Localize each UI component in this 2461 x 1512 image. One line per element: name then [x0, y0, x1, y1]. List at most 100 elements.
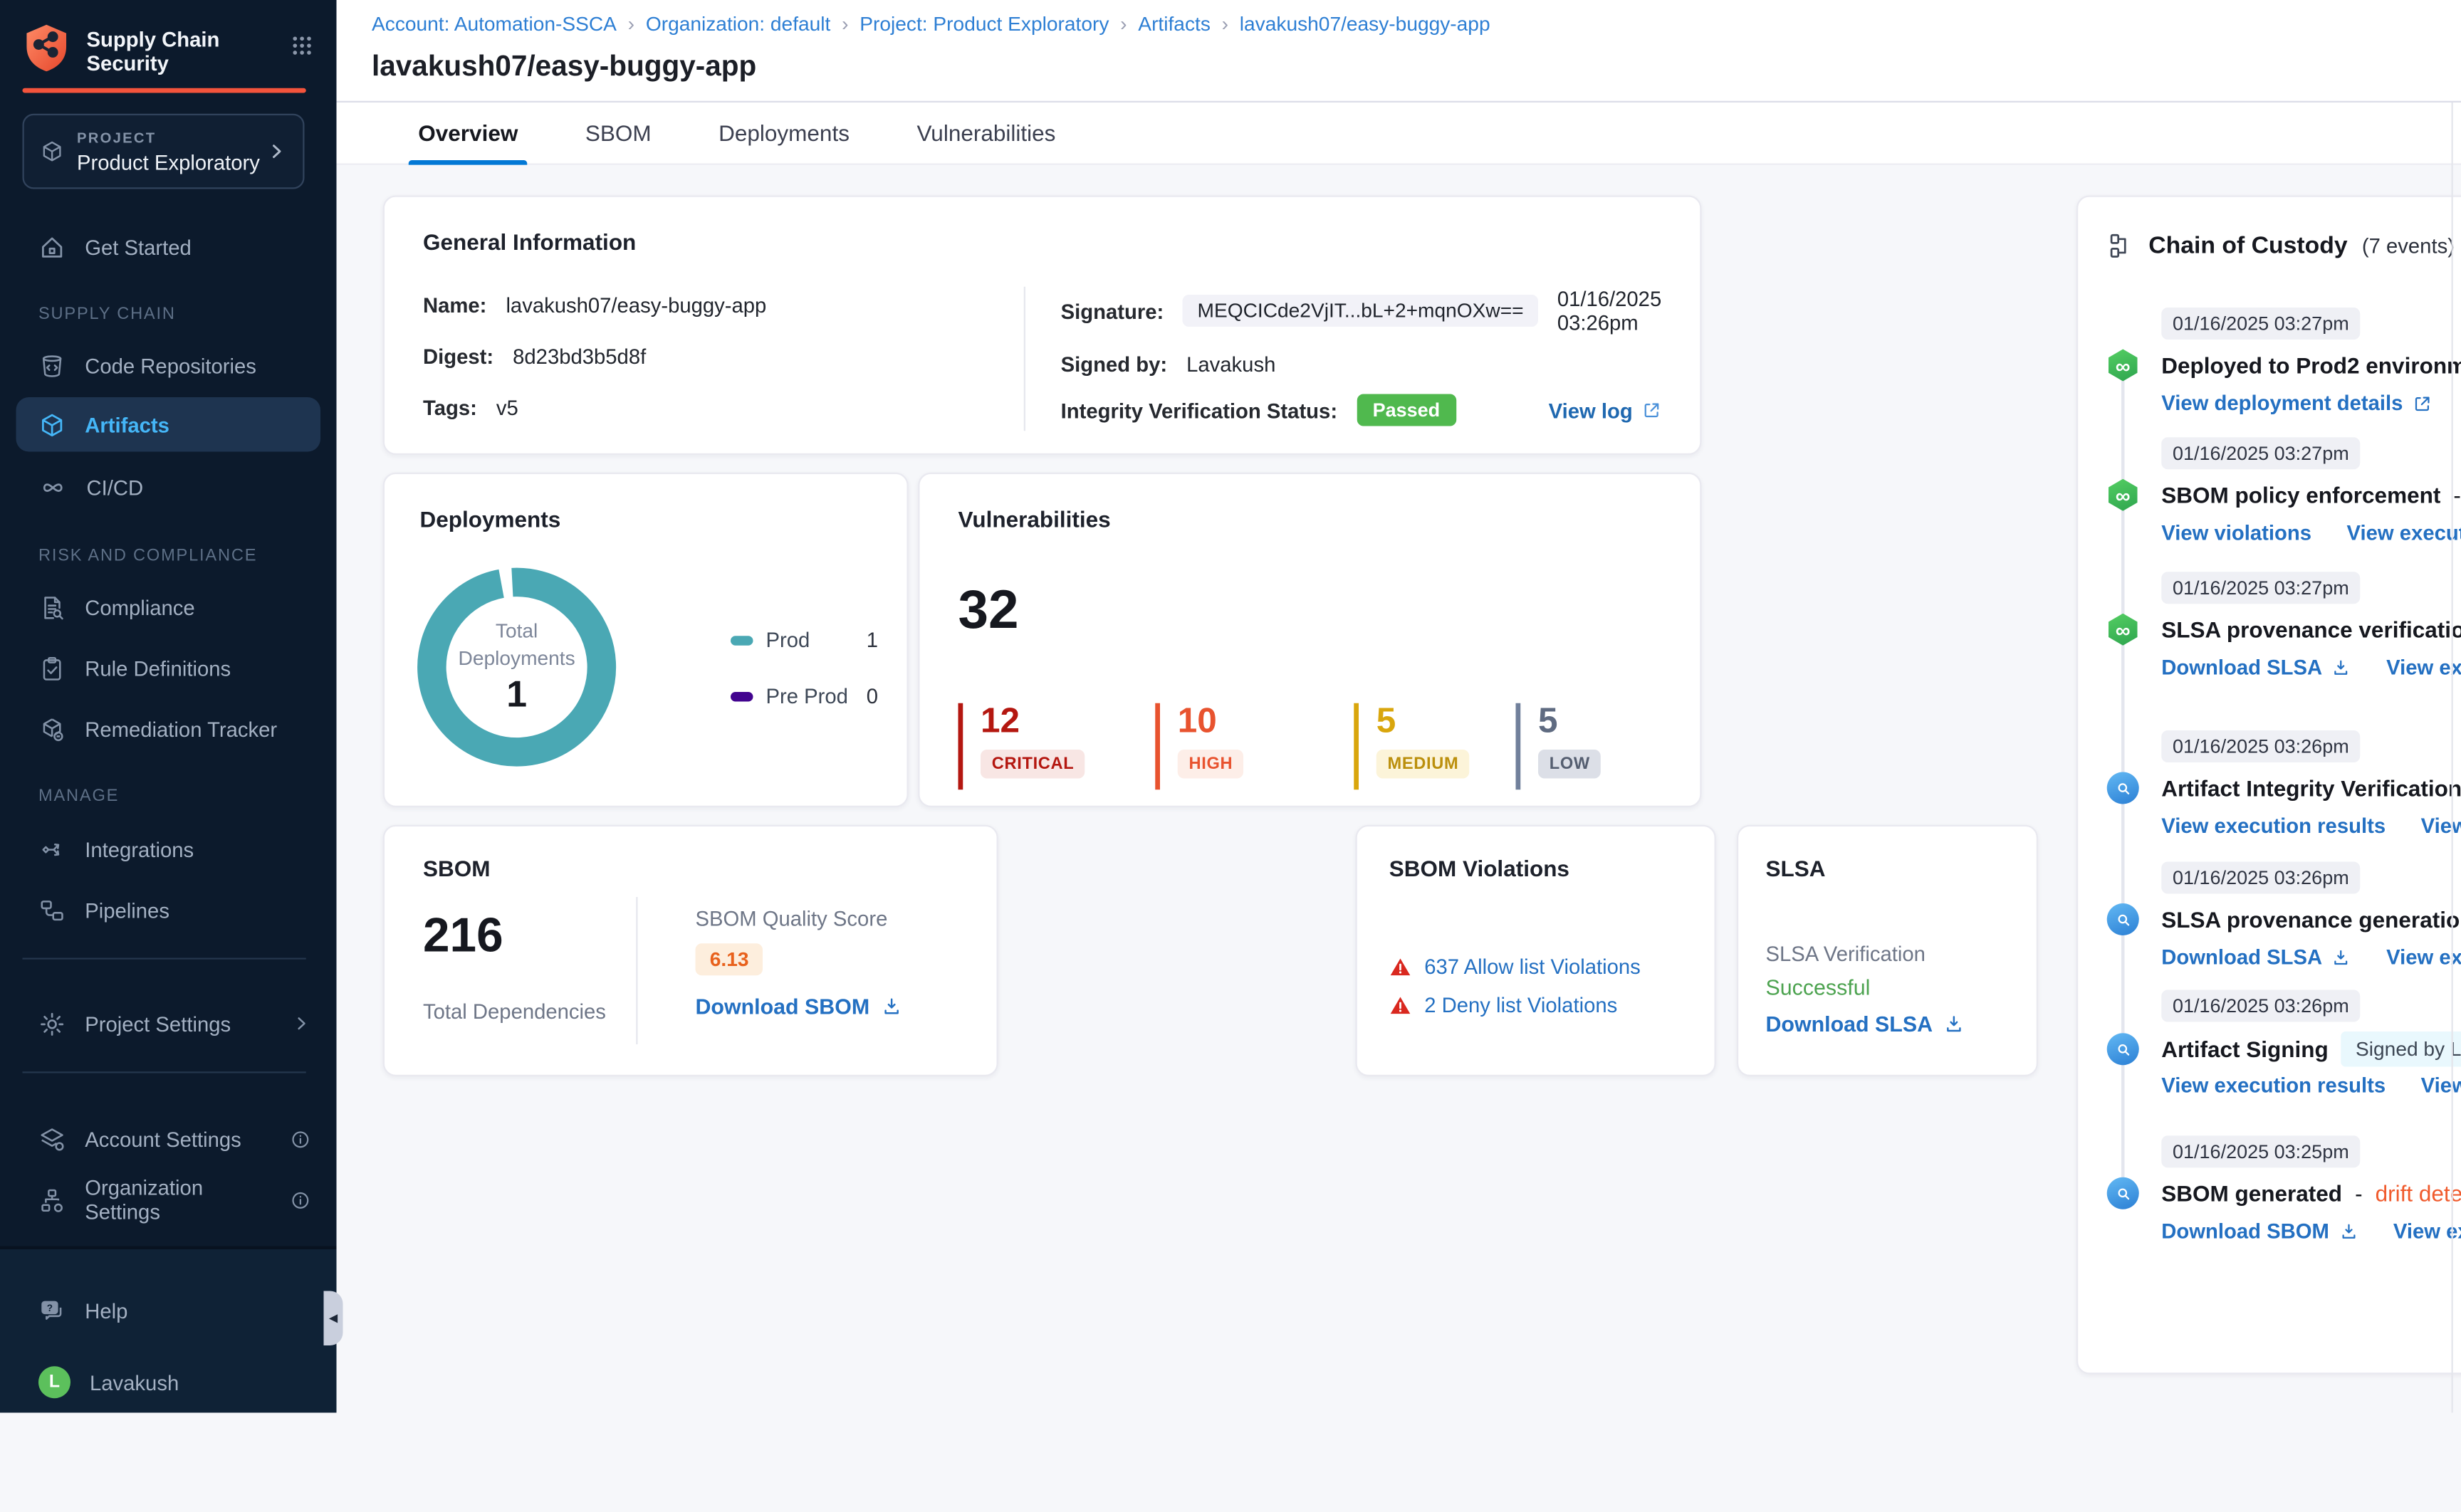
- view-execution-results-link[interactable]: View execution results: [2386, 655, 2461, 679]
- event-timestamp: 01/16/2025 03:25pm: [2161, 1135, 2360, 1167]
- total-dependencies-label: Total Dependencies: [423, 999, 606, 1024]
- sidebar-item-rule-definitions[interactable]: Rule Definitions: [0, 647, 337, 689]
- sbom-card: SBOM 216 Total Dependencies SBOM Quality…: [383, 825, 998, 1076]
- view-deployment-details-link[interactable]: View deployment details: [2161, 391, 2432, 415]
- timeline-event: 01/16/2025 03:27pm ∞ SBOM policy enforce…: [2107, 437, 2461, 469]
- tab-sbom[interactable]: SBOM: [585, 102, 652, 164]
- view-log-link[interactable]: View log: [1549, 398, 1662, 422]
- sidebar-collapse-button[interactable]: ◀: [324, 1291, 343, 1346]
- sbom-violations-card: SBOM Violations 637 Allow list Violation…: [1356, 825, 1716, 1076]
- severity-high: 10 HIGH: [1155, 703, 1244, 790]
- sidebar-item-code-repositories[interactable]: Code Repositories: [0, 345, 337, 387]
- legend-item-pre-prod: Pre Prod 0: [731, 684, 878, 708]
- download-slsa-link[interactable]: Download SLSA: [2161, 945, 2351, 970]
- info-icon[interactable]: [290, 1190, 310, 1210]
- sidebar-item-pipelines[interactable]: Pipelines: [0, 889, 337, 931]
- view-log-entry-link[interactable]: View log entry: [2421, 814, 2461, 838]
- sidebar-section-manage: MANAGE: [38, 787, 119, 806]
- user-menu[interactable]: L Lavakush: [0, 1362, 337, 1404]
- slsa-verification-label: SLSA Verification: [1766, 942, 1926, 966]
- app-title: Supply ChainSecurity: [87, 23, 274, 77]
- breadcrumb-artifacts[interactable]: Artifacts: [1138, 13, 1211, 36]
- allow-list-violations-link[interactable]: 637 Allow list Violations: [1424, 955, 1641, 979]
- module-grid-icon[interactable]: [290, 33, 314, 58]
- card-title: SBOM Violations: [1389, 856, 1683, 881]
- sidebar-item-remediation-tracker[interactable]: Remediation Tracker: [0, 708, 337, 750]
- pre-prod-swatch: [731, 691, 753, 701]
- tab-deployments[interactable]: Deployments: [719, 102, 850, 164]
- sidebar-section-risk: RISK AND COMPLIANCE: [38, 546, 257, 565]
- divider: [636, 897, 637, 1044]
- info-icon[interactable]: [290, 1128, 310, 1149]
- download-sbom-link[interactable]: Download SBOM: [2161, 1219, 2358, 1243]
- deployment-icon: ∞: [2107, 614, 2139, 646]
- sidebar-divider: [23, 1071, 306, 1073]
- sidebar-item-artifacts[interactable]: Artifacts: [16, 397, 321, 452]
- tags-value: v5: [496, 396, 518, 420]
- general-information-card: General Information Name: lavakush07/eas…: [383, 196, 1702, 456]
- deployment-icon: ∞: [2107, 479, 2139, 511]
- sbom-quality-score-label: SBOM Quality Score: [696, 907, 902, 931]
- timeline-event: 01/16/2025 03:25pm SBOM generated - drif…: [2107, 1135, 2461, 1167]
- event-timestamp: 01/16/2025 03:26pm: [2161, 730, 2360, 762]
- deny-list-violations-link[interactable]: 2 Deny list Violations: [1424, 993, 1617, 1017]
- integrity-status-label: Integrity Verification Status:: [1061, 398, 1337, 422]
- breadcrumb-current[interactable]: lavakush07/easy-buggy-app: [1240, 13, 1490, 36]
- total-deployments-value: 1: [506, 673, 527, 717]
- page-header: Account: Automation-SSCA › Organization:…: [337, 0, 2461, 103]
- tab-vulnerabilities[interactable]: Vulnerabilities: [916, 102, 1055, 164]
- external-link-icon: [1642, 401, 1661, 420]
- view-execution-results-link[interactable]: View execution results: [2161, 814, 2386, 838]
- sidebar-item-get-started[interactable]: Get Started: [0, 226, 337, 268]
- sidebar-item-compliance[interactable]: Compliance: [0, 587, 337, 629]
- view-execution-results-link[interactable]: View execution results: [2386, 945, 2461, 970]
- sidebar-item-integrations[interactable]: Integrations: [0, 828, 337, 870]
- digest-value: 8d23bd3b5d8f: [513, 345, 646, 369]
- chevron-right-icon: [266, 141, 287, 162]
- chain-of-custody-title: Chain of Custody: [2148, 232, 2347, 259]
- project-selector[interactable]: PROJECT Product Exploratory: [23, 114, 305, 189]
- app-logo[interactable]: Supply ChainSecurity: [23, 23, 315, 77]
- scan-icon: [2107, 903, 2139, 935]
- tab-overview[interactable]: Overview: [418, 102, 518, 164]
- card-title: SLSA: [1766, 856, 2010, 881]
- event-timestamp: 01/16/2025 03:26pm: [2161, 990, 2360, 1022]
- sidebar-item-project-settings[interactable]: Project Settings: [0, 1003, 337, 1045]
- signature-date: 01/16/2025 03:26pm: [1557, 287, 1661, 335]
- brand-underline: [23, 88, 306, 93]
- legend-item-prod: Prod 1: [731, 628, 878, 652]
- digest-label: Digest:: [423, 345, 493, 369]
- event-status: drift detected: [2376, 1180, 2461, 1206]
- download-icon: [2339, 1222, 2358, 1241]
- download-icon: [2332, 658, 2351, 677]
- download-slsa-link[interactable]: Download SLSA: [2161, 655, 2351, 679]
- warning-icon: [1389, 955, 1412, 978]
- timeline-event: 01/16/2025 03:26pm Artifact Signing Sign…: [2107, 990, 2461, 1022]
- signature-value: MEQCICde2VjIT...bL+2+mqnOXw==: [1183, 295, 1538, 327]
- breadcrumb-account[interactable]: Account: Automation-SSCA: [372, 13, 617, 36]
- breadcrumb: Account: Automation-SSCA › Organization:…: [372, 13, 1490, 36]
- sidebar-item-help[interactable]: ? Help: [0, 1289, 337, 1331]
- sidebar-item-cicd[interactable]: CI/CD: [0, 466, 337, 508]
- download-sbom-link[interactable]: Download SBOM: [696, 994, 902, 1019]
- tab-bar: Overview SBOM Deployments Vulnerabilitie…: [337, 103, 2461, 165]
- view-execution-results-link[interactable]: View execution results: [2161, 1073, 2386, 1098]
- sidebar-item-account-settings[interactable]: Account Settings: [0, 1118, 337, 1160]
- deployments-donut-chart: TotalDeployments 1: [417, 567, 617, 767]
- content-area: General Information Name: lavakush07/eas…: [337, 165, 2461, 1412]
- sidebar-item-organization-settings[interactable]: Organization Settings: [0, 1179, 337, 1221]
- view-violations-link[interactable]: View violations: [2161, 520, 2311, 545]
- breadcrumb-organization[interactable]: Organization: default: [646, 13, 831, 36]
- sidebar-footer: ? Help L Lavakush: [0, 1246, 337, 1413]
- chevron-right-icon: [292, 1014, 311, 1033]
- download-slsa-link[interactable]: Download SLSA: [1766, 1012, 1965, 1036]
- view-log-entry-link[interactable]: View log entry: [2421, 1073, 2461, 1098]
- prod-swatch: [731, 635, 753, 645]
- card-title: Deployments: [420, 506, 872, 532]
- view-execution-results-link[interactable]: View execution results: [2347, 520, 2461, 545]
- breadcrumb-project[interactable]: Project: Product Exploratory: [859, 13, 1109, 36]
- vulnerabilities-card: Vulnerabilities 32 12 CRITICAL 10 HIGH 5…: [918, 473, 1701, 807]
- svg-text:?: ?: [47, 1302, 53, 1313]
- total-dependencies-value: 216: [423, 910, 503, 965]
- scan-icon: [2107, 1177, 2139, 1209]
